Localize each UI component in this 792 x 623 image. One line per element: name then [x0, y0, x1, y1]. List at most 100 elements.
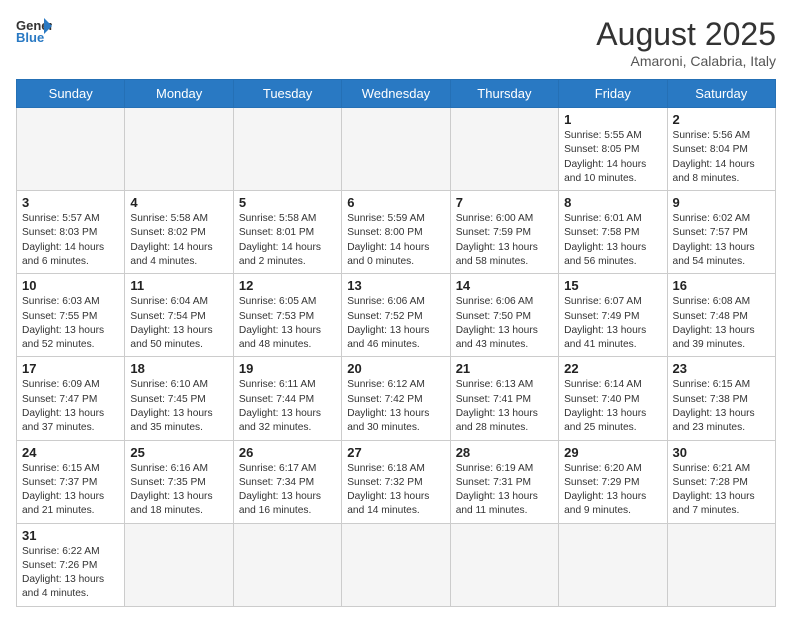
day-info: Sunrise: 6:16 AMSunset: 7:35 PMDaylight:… — [130, 462, 227, 519]
calendar-week-row: 1Sunrise: 5:55 AMSunset: 8:05 PMDaylight… — [17, 108, 776, 191]
calendar-day-cell: 15 Sunrise: 6:07 AMSunset: 7:49 PMDayligh… — [559, 274, 667, 357]
day-info: Sunrise: 6:21 AMSunset: 7:28 PMDaylight:… — [673, 462, 770, 519]
day-number: 15 — [564, 278, 661, 293]
calendar-day-cell: 21Sunrise: 6:13 AMSunset: 7:41 PMDayligh… — [450, 357, 558, 440]
day-number: 25 — [130, 445, 227, 460]
calendar-day-cell: 29Sunrise: 6:20 AMSunset: 7:29 PMDayligh… — [559, 440, 667, 523]
day-info: Sunrise: 5:59 AMSunset: 8:00 PMDaylight:… — [347, 212, 444, 269]
generalblue-logo-icon: General Blue — [16, 16, 52, 44]
calendar-day-cell: 11 Sunrise: 6:04 AMSunset: 7:54 PMDayligh… — [125, 274, 233, 357]
calendar-day-cell — [17, 108, 125, 191]
day-number: 10 — [22, 278, 119, 293]
calendar-day-cell: 2 Sunrise: 5:56 AMSunset: 8:04 PMDaylight… — [667, 108, 775, 191]
day-info: Sunrise: 5:58 AMSunset: 8:01 PMDaylight:… — [239, 212, 336, 269]
calendar-day-cell: 31Sunrise: 6:22 AMSunset: 7:26 PMDayligh… — [17, 523, 125, 606]
calendar-day-cell: 23Sunrise: 6:15 AMSunset: 7:38 PMDayligh… — [667, 357, 775, 440]
day-number: 27 — [347, 445, 444, 460]
calendar-week-row: 31Sunrise: 6:22 AMSunset: 7:26 PMDayligh… — [17, 523, 776, 606]
day-info: Sunrise: 6:06 AMSunset: 7:50 PMDaylight:… — [456, 295, 553, 352]
day-number: 16 — [673, 278, 770, 293]
day-number: 1 — [564, 112, 661, 127]
calendar-day-cell — [559, 523, 667, 606]
calendar-day-cell — [450, 108, 558, 191]
weekday-header-tuesday: Tuesday — [233, 80, 341, 108]
day-number: 26 — [239, 445, 336, 460]
day-info: Sunrise: 6:07 AMSunset: 7:49 PMDaylight:… — [564, 295, 661, 352]
calendar-day-cell: 3Sunrise: 5:57 AMSunset: 8:03 PMDaylight… — [17, 191, 125, 274]
calendar-day-cell — [342, 108, 450, 191]
calendar-table: SundayMondayTuesdayWednesdayThursdayFrid… — [16, 79, 776, 607]
day-number: 9 — [673, 195, 770, 210]
day-number: 21 — [456, 361, 553, 376]
day-number: 28 — [456, 445, 553, 460]
calendar-day-cell: 17Sunrise: 6:09 AMSunset: 7:47 PMDayligh… — [17, 357, 125, 440]
header: General Blue August 2025 Amaroni, Calabr… — [16, 16, 776, 69]
day-number: 22 — [564, 361, 661, 376]
weekday-header-sunday: Sunday — [17, 80, 125, 108]
day-number: 13 — [347, 278, 444, 293]
calendar-day-cell: 25 Sunrise: 6:16 AMSunset: 7:35 PMDayligh… — [125, 440, 233, 523]
calendar-day-cell: 10Sunrise: 6:03 AMSunset: 7:55 PMDayligh… — [17, 274, 125, 357]
calendar-day-cell: 19 Sunrise: 6:11 AMSunset: 7:44 PMDayligh… — [233, 357, 341, 440]
calendar-day-cell: 27Sunrise: 6:18 AMSunset: 7:32 PMDayligh… — [342, 440, 450, 523]
day-info: Sunrise: 6:11 AMSunset: 7:44 PMDaylight:… — [239, 378, 336, 435]
day-info: Sunrise: 6:19 AMSunset: 7:31 PMDaylight:… — [456, 462, 553, 519]
calendar-week-row: 24 Sunrise: 6:15 AMSunset: 7:37 PMDayligh… — [17, 440, 776, 523]
day-number: 12 — [239, 278, 336, 293]
weekday-header-wednesday: Wednesday — [342, 80, 450, 108]
day-number: 18 — [130, 361, 227, 376]
day-number: 24 — [22, 445, 119, 460]
calendar-day-cell: 6 Sunrise: 5:59 AMSunset: 8:00 PMDaylight… — [342, 191, 450, 274]
month-year-title: August 2025 — [596, 16, 776, 53]
day-info: Sunrise: 5:58 AMSunset: 8:02 PMDaylight:… — [130, 212, 227, 269]
day-number: 2 — [673, 112, 770, 127]
day-info: Sunrise: 6:05 AMSunset: 7:53 PMDaylight:… — [239, 295, 336, 352]
calendar-day-cell: 7 Sunrise: 6:00 AMSunset: 7:59 PMDaylight… — [450, 191, 558, 274]
day-info: Sunrise: 6:09 AMSunset: 7:47 PMDaylight:… — [22, 378, 119, 435]
weekday-header-monday: Monday — [125, 80, 233, 108]
calendar-week-row: 10Sunrise: 6:03 AMSunset: 7:55 PMDayligh… — [17, 274, 776, 357]
calendar-day-cell: 18Sunrise: 6:10 AMSunset: 7:45 PMDayligh… — [125, 357, 233, 440]
calendar-day-cell: 20Sunrise: 6:12 AMSunset: 7:42 PMDayligh… — [342, 357, 450, 440]
title-area: August 2025 Amaroni, Calabria, Italy — [596, 16, 776, 69]
day-info: Sunrise: 6:00 AMSunset: 7:59 PMDaylight:… — [456, 212, 553, 269]
day-info: Sunrise: 6:01 AMSunset: 7:58 PMDaylight:… — [564, 212, 661, 269]
calendar-day-cell: 24 Sunrise: 6:15 AMSunset: 7:37 PMDayligh… — [17, 440, 125, 523]
day-info: Sunrise: 6:04 AMSunset: 7:54 PMDaylight:… — [130, 295, 227, 352]
day-number: 19 — [239, 361, 336, 376]
calendar-day-cell: 4 Sunrise: 5:58 AMSunset: 8:02 PMDaylight… — [125, 191, 233, 274]
calendar-week-row: 3Sunrise: 5:57 AMSunset: 8:03 PMDaylight… — [17, 191, 776, 274]
day-number: 4 — [130, 195, 227, 210]
calendar-week-row: 17Sunrise: 6:09 AMSunset: 7:47 PMDayligh… — [17, 357, 776, 440]
calendar-day-cell — [125, 523, 233, 606]
calendar-day-cell — [342, 523, 450, 606]
calendar-day-cell: 1Sunrise: 5:55 AMSunset: 8:05 PMDaylight… — [559, 108, 667, 191]
day-info: Sunrise: 5:56 AMSunset: 8:04 PMDaylight:… — [673, 129, 770, 186]
day-number: 6 — [347, 195, 444, 210]
day-info: Sunrise: 6:15 AMSunset: 7:37 PMDaylight:… — [22, 462, 119, 519]
day-info: Sunrise: 6:08 AMSunset: 7:48 PMDaylight:… — [673, 295, 770, 352]
location-subtitle: Amaroni, Calabria, Italy — [596, 53, 776, 69]
day-info: Sunrise: 5:57 AMSunset: 8:03 PMDaylight:… — [22, 212, 119, 269]
calendar-day-cell — [450, 523, 558, 606]
day-info: Sunrise: 6:22 AMSunset: 7:26 PMDaylight:… — [22, 545, 119, 602]
calendar-day-cell: 12 Sunrise: 6:05 AMSunset: 7:53 PMDayligh… — [233, 274, 341, 357]
calendar-day-cell: 26Sunrise: 6:17 AMSunset: 7:34 PMDayligh… — [233, 440, 341, 523]
day-number: 7 — [456, 195, 553, 210]
calendar-day-cell: 22 Sunrise: 6:14 AMSunset: 7:40 PMDayligh… — [559, 357, 667, 440]
calendar-day-cell: 16 Sunrise: 6:08 AMSunset: 7:48 PMDayligh… — [667, 274, 775, 357]
day-number: 5 — [239, 195, 336, 210]
calendar-day-cell: 30Sunrise: 6:21 AMSunset: 7:28 PMDayligh… — [667, 440, 775, 523]
weekday-header-thursday: Thursday — [450, 80, 558, 108]
day-info: Sunrise: 6:06 AMSunset: 7:52 PMDaylight:… — [347, 295, 444, 352]
day-number: 20 — [347, 361, 444, 376]
calendar-day-cell: 5 Sunrise: 5:58 AMSunset: 8:01 PMDaylight… — [233, 191, 341, 274]
weekday-header-friday: Friday — [559, 80, 667, 108]
calendar-day-cell: 28 Sunrise: 6:19 AMSunset: 7:31 PMDayligh… — [450, 440, 558, 523]
day-number: 8 — [564, 195, 661, 210]
logo: General Blue — [16, 16, 52, 44]
day-info: Sunrise: 6:14 AMSunset: 7:40 PMDaylight:… — [564, 378, 661, 435]
calendar-day-cell: 8 Sunrise: 6:01 AMSunset: 7:58 PMDaylight… — [559, 191, 667, 274]
day-number: 11 — [130, 278, 227, 293]
calendar-day-cell — [125, 108, 233, 191]
